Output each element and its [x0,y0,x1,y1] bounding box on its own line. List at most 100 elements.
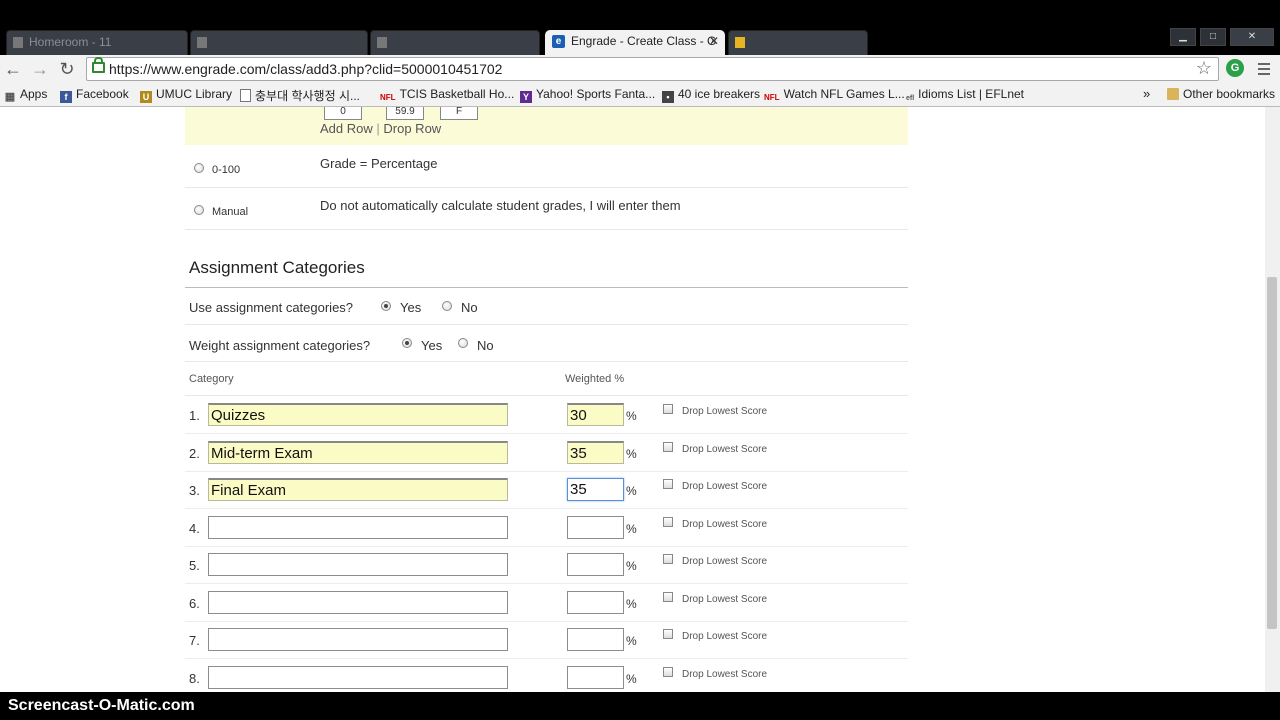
add-row-link[interactable]: Add Row [320,121,373,136]
category-weight-input[interactable] [567,666,624,689]
section-divider [185,287,908,288]
drop-lowest-label: Drop Lowest Score [682,669,768,680]
bookmark-umuc-library[interactable]: U UMUC Library [140,87,232,103]
drop-lowest-label: Drop Lowest Score [682,519,768,530]
category-weight-input[interactable] [567,516,624,539]
bookmark-yahoo-sports[interactable]: Y Yahoo! Sports Fanta... [520,87,655,103]
close-tab-icon[interactable]: ✕ [709,30,719,53]
forward-arrow-icon[interactable]: → [30,59,50,79]
divider [185,361,908,362]
address-bar[interactable]: https://www.engrade.com/class/add3.php?c… [86,57,1219,81]
drop-lowest-checkbox[interactable] [663,479,673,489]
use-categories-no-radio[interactable] [442,301,452,311]
browser-toolbar: ← → ↻ https://www.engrade.com/class/add3… [0,55,1280,85]
drop-lowest-checkbox[interactable] [663,554,673,564]
assignment-categories-heading: Assignment Categories [189,258,365,277]
category-row: 3. Final Exam 35 % Drop Lowest Score [185,471,908,509]
bookmark-watch-nfl[interactable]: NFL Watch NFL Games L... [764,87,905,104]
lock-icon [92,57,105,73]
category-weight-input[interactable] [567,591,624,614]
category-weight-input[interactable]: 35 [567,478,624,501]
engrade-logo-icon: e [552,35,565,48]
percent-sign: % [626,409,637,423]
screencast-watermark: Screencast-O-Matic.com [8,697,195,714]
divider [185,187,908,188]
category-weight-input[interactable] [567,628,624,651]
percent-sign: % [626,634,637,648]
category-name-input[interactable]: Quizzes [208,403,508,426]
category-name-input[interactable] [208,516,508,539]
category-name-input[interactable]: Mid-term Exam [208,441,508,464]
radio-0-100[interactable] [194,163,204,173]
percent-sign: % [626,484,637,498]
drop-row-link[interactable]: Drop Row [383,121,441,136]
tab-engrade-create-class[interactable]: e Engrade - Create Class - G ✕ [545,30,725,55]
radio-manual[interactable] [194,205,204,215]
scale-max-input[interactable]: 59.9 [386,107,424,120]
weight-categories-no-radio[interactable] [458,338,468,348]
bookmark-40-ice-breakers[interactable]: • 40 ice breakers [662,87,760,103]
scale-letter-input[interactable]: F [440,107,478,120]
extension-icon[interactable]: G [1226,59,1244,77]
tab-background-3[interactable] [370,30,540,55]
scale-min-input[interactable]: 0 [324,107,362,120]
column-header-weighted: Weighted % [565,373,625,385]
efl-icon: efl [906,95,915,102]
drop-lowest-checkbox[interactable] [663,629,673,639]
drop-lowest-label: Drop Lowest Score [682,444,768,455]
use-categories-yes-label: Yes [400,300,422,315]
row-number: 3. [189,483,200,498]
category-name-input[interactable] [208,666,508,689]
category-name-input[interactable]: Final Exam [208,478,508,501]
drop-lowest-checkbox[interactable] [663,517,673,527]
category-name-input[interactable] [208,628,508,651]
window-close-icon[interactable]: ✕ [1230,28,1274,46]
window-controls: ▁ □ ✕ [1170,28,1274,46]
bookmark-idioms-list[interactable]: efl Idioms List | EFLnet [906,87,1024,105]
drop-lowest-checkbox[interactable] [663,667,673,677]
option-label-0-100: 0-100 [212,164,241,176]
row-number: 4. [189,521,200,536]
row-number: 2. [189,446,200,461]
other-bookmarks[interactable]: Other bookmarks [1167,87,1275,101]
percent-sign: % [626,447,637,461]
bookmark-tcis-basketball[interactable]: NFL TCIS Basketball Ho... [380,87,514,104]
percent-sign: % [626,672,637,686]
row-number: 7. [189,633,200,648]
drop-lowest-checkbox[interactable] [663,592,673,602]
category-weight-input[interactable]: 35 [567,441,624,464]
category-row: 7. % Drop Lowest Score [185,621,908,659]
category-name-input[interactable] [208,591,508,614]
maximize-icon[interactable]: □ [1200,28,1226,46]
percent-sign: % [626,522,637,536]
tab-homeroom[interactable]: Homeroom - 11 [6,30,188,55]
bookmark-apps[interactable]: ▦ Apps [4,87,48,103]
category-name-input[interactable] [208,553,508,576]
nfl-icon: NFL [764,93,780,102]
drop-lowest-checkbox[interactable] [663,442,673,452]
drop-lowest-label: Drop Lowest Score [682,631,768,642]
weight-categories-yes-radio[interactable] [402,338,412,348]
hamburger-menu-icon[interactable] [1258,60,1270,76]
category-row: 6. % Drop Lowest Score [185,584,908,622]
reload-icon[interactable]: ↻ [57,59,77,79]
scrollbar-thumb[interactable] [1267,277,1277,629]
bookmarks-overflow-chevron[interactable]: » [1143,86,1150,101]
vertical-scrollbar[interactable] [1265,107,1280,692]
use-categories-yes-radio[interactable] [381,301,391,311]
bookmark-star-icon[interactable]: ☆ [1196,58,1212,79]
tab-background-5[interactable] [728,30,868,55]
minimize-icon[interactable]: ▁ [1170,28,1196,46]
tab-background-2[interactable] [190,30,368,55]
yahoo-icon: Y [520,91,532,103]
back-arrow-icon[interactable]: ← [3,59,23,79]
drop-lowest-checkbox[interactable] [663,404,673,414]
row-links: Add Row | Drop Row [320,121,442,136]
category-weight-input[interactable]: 30 [567,403,624,426]
bookmark-korean-univ[interactable]: 충부대 학사행정 시... [240,87,360,104]
category-weight-input[interactable] [567,553,624,576]
drop-lowest-label: Drop Lowest Score [682,406,768,417]
column-header-category: Category [189,373,234,385]
screencast-overlay-bar: Screencast-O-Matic.com [0,692,1280,720]
bookmark-facebook[interactable]: f Facebook [60,87,129,103]
